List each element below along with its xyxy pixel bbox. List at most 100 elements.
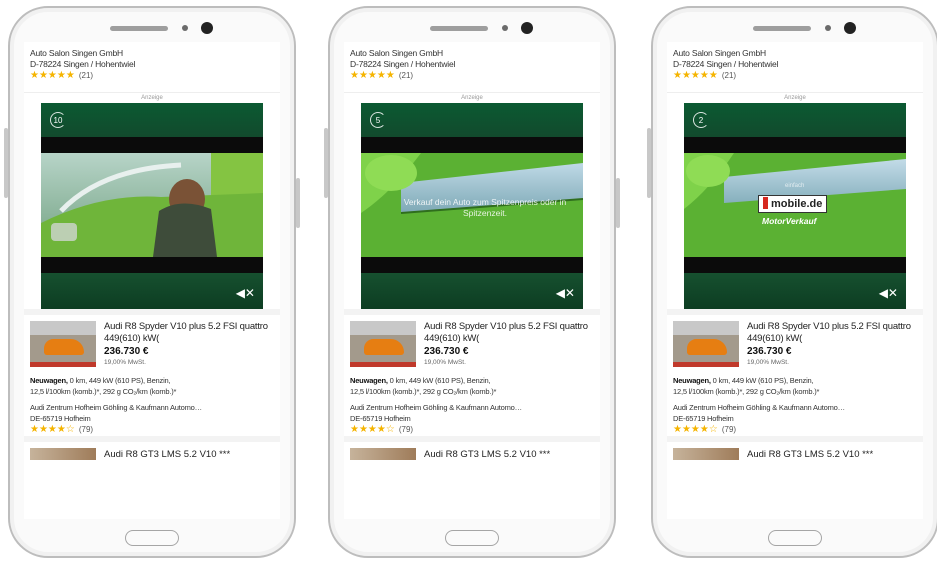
phone-screen: Auto Salon Singen GmbH D-78224 Singen / … bbox=[24, 42, 280, 519]
brand-tagline: einfach bbox=[785, 183, 805, 189]
listing-item[interactable]: Audi R8 GT3 LMS 5.2 V10 *** bbox=[344, 436, 600, 466]
listing-vat: 19,00% MwSt. bbox=[424, 359, 466, 366]
dealer-header[interactable]: Auto Salon Singen GmbH D-78224 Singen / … bbox=[24, 42, 280, 92]
listing-price: 236.730 € bbox=[104, 346, 149, 357]
star-icon: ★★★★★ bbox=[350, 70, 395, 81]
video-band-top bbox=[41, 103, 263, 137]
listing-specs-line2: 12,5 l/100km (komb.)*, 292 g CO₂/km (kom… bbox=[673, 387, 820, 396]
star-icon: ★★★★★ bbox=[673, 70, 718, 81]
listing-dealer-location: DE-65719 Hofheim bbox=[30, 414, 91, 423]
car-thumbnail bbox=[673, 321, 739, 367]
car-thumbnail bbox=[30, 448, 96, 460]
dealer-name: Auto Salon Singen GmbH bbox=[30, 48, 123, 58]
video-ad-player[interactable]: 10 ◀✕ bbox=[41, 103, 263, 309]
logo-mark-icon bbox=[763, 197, 768, 209]
letterbox-bar bbox=[684, 137, 906, 153]
video-frame bbox=[41, 153, 263, 257]
listing-specs-line1: 0 km, 449 kW (610 PS), Benzin, bbox=[387, 376, 491, 385]
video-band-bottom bbox=[684, 273, 906, 309]
listing-item[interactable]: Audi R8 Spyder V10 plus 5.2 FSI quattro … bbox=[24, 309, 280, 436]
dealer-header[interactable]: Auto Salon Singen GmbH D-78224 Singen / … bbox=[344, 42, 600, 92]
listing-dealer-name: Audi Zentrum Hofheim Göhling & Kaufmann … bbox=[350, 403, 522, 412]
home-button[interactable] bbox=[125, 530, 179, 546]
listing-price: 236.730 € bbox=[747, 346, 792, 357]
earpiece-speaker bbox=[430, 26, 488, 31]
listing-dealer: Audi Zentrum Hofheim Göhling & Kaufmann … bbox=[673, 402, 917, 436]
dealer-name: Auto Salon Singen GmbH bbox=[350, 48, 443, 58]
front-camera bbox=[521, 22, 533, 34]
earpiece-speaker bbox=[110, 26, 168, 31]
dealer-address: D-78224 Singen / Hohentwiel bbox=[350, 59, 456, 69]
speaker-mute-icon[interactable]: ◀✕ bbox=[556, 287, 575, 299]
listing-rating-count: (79) bbox=[78, 425, 94, 434]
video-band-top bbox=[361, 103, 583, 137]
dealer-rating-count: (21) bbox=[721, 71, 737, 80]
listing-dealer-name: Audi Zentrum Hofheim Göhling & Kaufmann … bbox=[30, 403, 202, 412]
star-icon: ★★★★★ bbox=[30, 70, 75, 81]
proximity-sensor bbox=[182, 25, 188, 31]
listing-title: Audi R8 Spyder V10 plus 5.2 FSI quattro … bbox=[424, 321, 588, 344]
letterbox-bar bbox=[361, 137, 583, 153]
video-ad-player[interactable]: Verkauf dein Auto zum Spitzenpreis oder … bbox=[361, 103, 583, 309]
listing-dealer-location: DE-65719 Hofheim bbox=[350, 414, 411, 423]
side-power-button bbox=[616, 178, 620, 228]
video-ad-player[interactable]: einfach mobile.de MotorVerkauf 2 ◀✕ bbox=[684, 103, 906, 309]
brand-logo-text: mobile.de bbox=[771, 198, 823, 210]
listing-title: Audi R8 GT3 LMS 5.2 V10 *** bbox=[747, 448, 874, 460]
dealer-rating-count: (21) bbox=[78, 71, 94, 80]
dealer-header[interactable]: Auto Salon Singen GmbH D-78224 Singen / … bbox=[667, 42, 923, 92]
listing-condition: Neuwagen, bbox=[673, 376, 711, 385]
brand-subtitle: MotorVerkauf bbox=[762, 216, 817, 226]
home-button[interactable] bbox=[768, 530, 822, 546]
car-thumbnail bbox=[350, 321, 416, 367]
listing-dealer-location: DE-65719 Hofheim bbox=[673, 414, 734, 423]
front-camera bbox=[844, 22, 856, 34]
video-frame: Verkauf dein Auto zum Spitzenpreis oder … bbox=[361, 153, 583, 257]
listing-price: 236.730 € bbox=[424, 346, 469, 357]
dealer-rating: ★★★★★ (21) bbox=[30, 70, 274, 82]
listing-specs: Neuwagen, 0 km, 449 kW (610 PS), Benzin,… bbox=[30, 375, 274, 397]
speaker-mute-icon[interactable]: ◀✕ bbox=[879, 287, 898, 299]
listing-specs-line1: 0 km, 449 kW (610 PS), Benzin, bbox=[67, 376, 171, 385]
side-volume-button bbox=[647, 128, 651, 198]
letterbox-bar bbox=[361, 257, 583, 273]
earpiece-speaker bbox=[753, 26, 811, 31]
ad-label: Anzeige bbox=[667, 92, 923, 103]
listing-vat: 19,00% MwSt. bbox=[104, 359, 146, 366]
phone-mockup-2: Auto Salon Singen GmbH D-78224 Singen / … bbox=[324, 6, 620, 558]
listing-item[interactable]: Audi R8 GT3 LMS 5.2 V10 *** bbox=[24, 436, 280, 466]
front-camera bbox=[201, 22, 213, 34]
star-icon: ★★★★☆ bbox=[350, 424, 395, 435]
listing-dealer: Audi Zentrum Hofheim Göhling & Kaufmann … bbox=[350, 402, 594, 436]
car-thumbnail bbox=[350, 448, 416, 460]
listing-title: Audi R8 Spyder V10 plus 5.2 FSI quattro … bbox=[104, 321, 268, 344]
listing-rating: ★★★★☆ (79) bbox=[30, 424, 274, 436]
video-overlay-text: Verkauf dein Auto zum Spitzenpreis oder … bbox=[403, 197, 567, 218]
mobile-de-logo: mobile.de bbox=[758, 195, 828, 213]
listing-title: Audi R8 Spyder V10 plus 5.2 FSI quattro … bbox=[747, 321, 911, 344]
star-icon: ★★★★☆ bbox=[30, 424, 75, 435]
listing-dealer: Audi Zentrum Hofheim Göhling & Kaufmann … bbox=[30, 402, 274, 436]
listing-vat: 19,00% MwSt. bbox=[747, 359, 789, 366]
car-thumbnail bbox=[30, 321, 96, 367]
phone-mockup-3: Auto Salon Singen GmbH D-78224 Singen / … bbox=[647, 6, 937, 558]
car-thumbnail bbox=[673, 448, 739, 460]
speaker-mute-icon[interactable]: ◀✕ bbox=[236, 287, 255, 299]
phone-mockup-1: Auto Salon Singen GmbH D-78224 Singen / … bbox=[4, 6, 300, 558]
proximity-sensor bbox=[502, 25, 508, 31]
listing-dealer-name: Audi Zentrum Hofheim Göhling & Kaufmann … bbox=[673, 403, 845, 412]
listing-specs-line2: 12,5 l/100km (komb.)*, 292 g CO₂/km (kom… bbox=[30, 387, 177, 396]
home-button[interactable] bbox=[445, 530, 499, 546]
phone-screen: Auto Salon Singen GmbH D-78224 Singen / … bbox=[344, 42, 600, 519]
listing-condition: Neuwagen, bbox=[350, 376, 388, 385]
dealer-rating-count: (21) bbox=[398, 71, 414, 80]
listing-rating: ★★★★☆ (79) bbox=[673, 424, 917, 436]
countdown-ring-icon: 2 bbox=[693, 112, 709, 128]
listing-item[interactable]: Audi R8 Spyder V10 plus 5.2 FSI quattro … bbox=[344, 309, 600, 436]
star-icon: ★★★★☆ bbox=[673, 424, 718, 435]
dealer-address: D-78224 Singen / Hohentwiel bbox=[673, 59, 779, 69]
listing-specs: Neuwagen, 0 km, 449 kW (610 PS), Benzin,… bbox=[350, 375, 594, 397]
listing-item[interactable]: Audi R8 Spyder V10 plus 5.2 FSI quattro … bbox=[667, 309, 923, 436]
listing-rating: ★★★★☆ (79) bbox=[350, 424, 594, 436]
listing-item[interactable]: Audi R8 GT3 LMS 5.2 V10 *** bbox=[667, 436, 923, 466]
